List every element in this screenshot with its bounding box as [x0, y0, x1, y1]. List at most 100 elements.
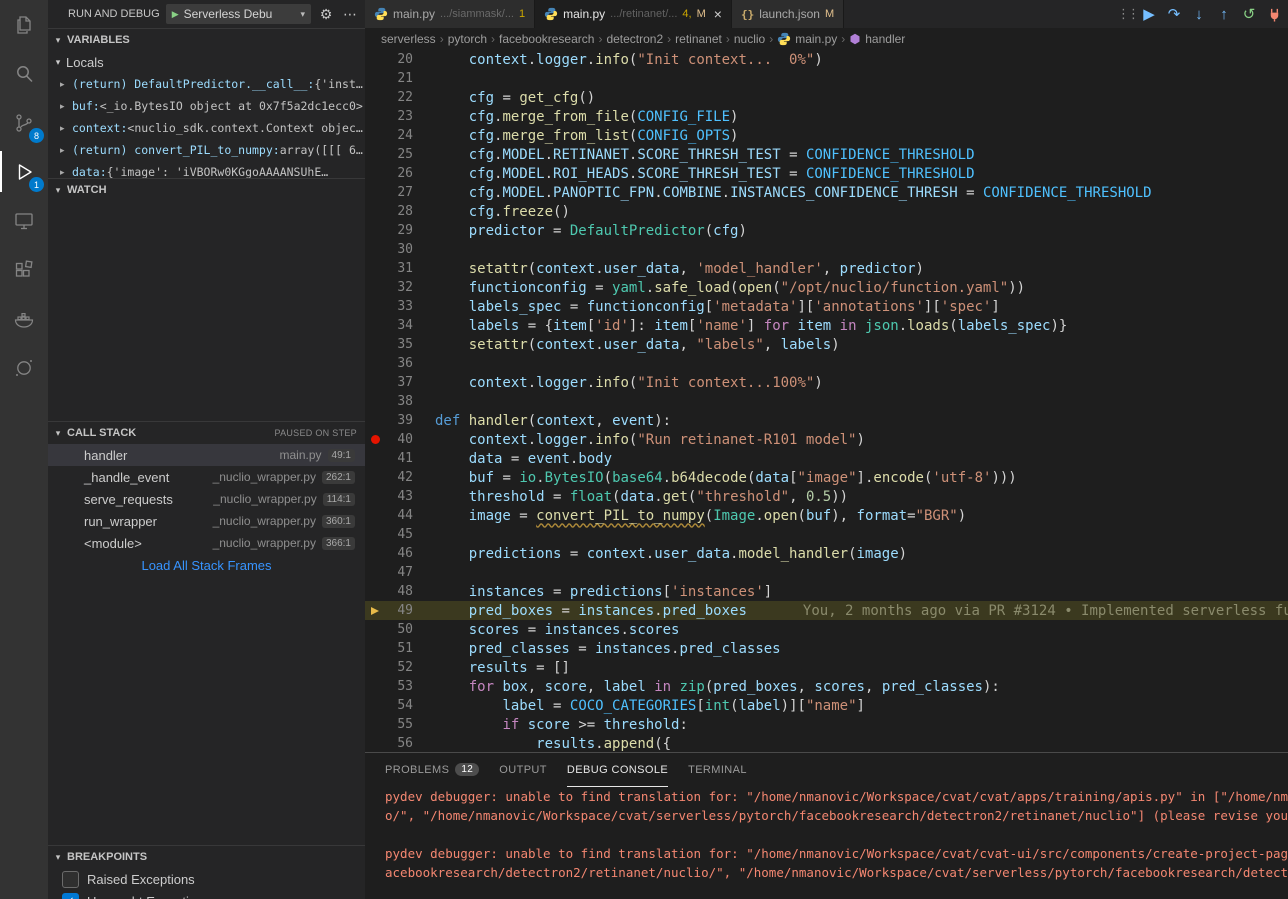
remote-explorer-icon[interactable] — [0, 196, 48, 245]
code-line[interactable]: 33 labels_spec = functionconfig['metadat… — [365, 297, 1288, 316]
panel-tab[interactable]: OUTPUT — [499, 753, 547, 787]
stack-frame[interactable]: serve_requests_nuclio_wrapper.py114:1 — [48, 488, 365, 510]
code-line[interactable]: 54 label = COCO_CATEGORIES[int(label)]["… — [365, 696, 1288, 715]
stack-frame[interactable]: run_wrapper_nuclio_wrapper.py360:1 — [48, 510, 365, 532]
code-line[interactable]: 49 pred_boxes = instances.pred_boxesYou,… — [365, 601, 1288, 620]
more-actions-icon[interactable]: ⋯ — [341, 6, 359, 23]
breakpoints-section-header[interactable]: ▾ BREAKPOINTS — [48, 845, 365, 868]
search-icon[interactable] — [0, 49, 48, 98]
code-line[interactable]: 41 data = event.body — [365, 449, 1288, 468]
code-line[interactable]: 52 results = [] — [365, 658, 1288, 677]
code-line[interactable]: 27 cfg.MODEL.PANOPTIC_FPN.COMBINE.INSTAN… — [365, 183, 1288, 202]
code-line[interactable]: 34 labels = {item['id']: item['name'] fo… — [365, 316, 1288, 335]
variable-row[interactable]: ▸context: <nuclio_sdk.context.Context ob… — [48, 117, 365, 139]
editor-tab[interactable]: main.py.../retinanet/...4,M× — [535, 0, 732, 28]
breadcrumb-symbol[interactable]: handler — [865, 32, 905, 46]
code-line[interactable]: 51 pred_classes = instances.pred_classes — [365, 639, 1288, 658]
extensions-icon[interactable] — [0, 245, 48, 294]
panel-tab[interactable]: TERMINAL — [688, 753, 747, 787]
code-line[interactable]: 28 cfg.freeze() — [365, 202, 1288, 221]
checkbox[interactable]: ✓ — [62, 893, 79, 899]
watch-section-header[interactable]: ▾ WATCH — [48, 178, 365, 201]
explorer-icon[interactable] — [0, 0, 48, 49]
start-debug-icon[interactable]: ▶ — [172, 9, 179, 20]
run-debug-icon[interactable]: 1 — [0, 147, 48, 196]
variables-section-header[interactable]: ▾ VARIABLES — [48, 28, 365, 51]
scope-locals[interactable]: ▾ Locals — [48, 51, 365, 73]
variable-row[interactable]: ▸data: {'image': 'iVBORw0KGgoAAAANSUhE… — [48, 161, 365, 178]
drag-handle-icon: ⋮⋮ — [1119, 6, 1135, 22]
close-icon[interactable]: × — [714, 6, 722, 22]
code-line[interactable]: 44 image = convert_PIL_to_numpy(Image.op… — [365, 506, 1288, 525]
breakpoint-icon[interactable] — [365, 435, 385, 444]
code-line[interactable]: 31 setattr(context.user_data, 'model_han… — [365, 259, 1288, 278]
code-line[interactable]: 25 cfg.MODEL.RETINANET.SCORE_THRESH_TEST… — [365, 145, 1288, 164]
breadcrumb-item[interactable]: facebookresearch — [499, 32, 594, 46]
line-number: 26 — [385, 166, 413, 181]
code-line[interactable]: 53 for box, score, label in zip(pred_box… — [365, 677, 1288, 696]
code-line[interactable]: 42 buf = io.BytesIO(base64.b64decode(dat… — [365, 468, 1288, 487]
variable-row[interactable]: ▸(return) convert_PIL_to_numpy: array([[… — [48, 139, 365, 161]
checkbox[interactable] — [62, 871, 79, 888]
code-line[interactable]: 43 threshold = float(data.get("threshold… — [365, 487, 1288, 506]
continue-icon[interactable]: ▶ — [1138, 5, 1160, 23]
current-line-arrow[interactable] — [365, 607, 385, 615]
breakpoint-row[interactable]: ✓Uncaught Exceptions — [48, 890, 365, 899]
code-line[interactable]: 21 — [365, 69, 1288, 88]
code-line[interactable]: 37 context.logger.info("Init context...1… — [365, 373, 1288, 392]
step-out-icon[interactable]: ↑ — [1213, 6, 1235, 23]
docker-icon[interactable] — [0, 294, 48, 343]
code-line[interactable]: 45 — [365, 525, 1288, 544]
code-line[interactable]: 32 functionconfig = yaml.safe_load(open(… — [365, 278, 1288, 297]
stack-frame[interactable]: handlermain.py49:1 — [48, 444, 365, 466]
code-line[interactable]: 39def handler(context, event): — [365, 411, 1288, 430]
code-line[interactable]: 22 cfg = get_cfg() — [365, 88, 1288, 107]
disconnect-icon[interactable] — [1263, 7, 1285, 22]
breadcrumb-item[interactable]: detectron2 — [606, 32, 663, 46]
stack-frame[interactable]: _handle_event_nuclio_wrapper.py262:1 — [48, 466, 365, 488]
restart-icon[interactable]: ↺ — [1238, 5, 1260, 23]
code-line[interactable]: 47 — [365, 563, 1288, 582]
panel-tabs: PROBLEMS12 OUTPUT DEBUG CONSOLE TERMINAL — [365, 753, 1288, 787]
breadcrumb-file[interactable]: main.py — [795, 32, 837, 46]
code-line[interactable]: 29 predictor = DefaultPredictor(cfg) — [365, 221, 1288, 240]
editor-tab[interactable]: {}launch.jsonM — [732, 0, 844, 28]
breadcrumb: serverless›pytorch›facebookresearch›dete… — [365, 28, 1288, 50]
panel-tab[interactable]: PROBLEMS12 — [385, 753, 479, 787]
code-line[interactable]: 38 — [365, 392, 1288, 411]
editor-tab[interactable]: main.py.../siammask/...1 — [365, 0, 535, 28]
load-all-stack-frames-link[interactable]: Load All Stack Frames — [48, 554, 365, 576]
variable-name: (return) DefaultPredictor.__call__: — [72, 77, 314, 91]
panel-tab[interactable]: DEBUG CONSOLE — [567, 753, 668, 787]
variable-row[interactable]: ▸(return) DefaultPredictor.__call__: {'i… — [48, 73, 365, 95]
gear-icon[interactable]: ⚙ — [317, 6, 335, 23]
code-line[interactable]: 35 setattr(context.user_data, "labels", … — [365, 335, 1288, 354]
code-editor[interactable]: 20 context.logger.info("Init context... … — [365, 50, 1288, 752]
breadcrumb-item[interactable]: nuclio — [734, 32, 765, 46]
breadcrumb-item[interactable]: serverless — [381, 32, 436, 46]
call-stack-section-header[interactable]: ▾ CALL STACK PAUSED ON STEP — [48, 421, 365, 444]
code-line[interactable]: 50 scores = instances.scores — [365, 620, 1288, 639]
code-line[interactable]: 55 if score >= threshold: — [365, 715, 1288, 734]
code-line[interactable]: 20 context.logger.info("Init context... … — [365, 50, 1288, 69]
code-line[interactable]: 46 predictions = context.user_data.model… — [365, 544, 1288, 563]
launch-config-select[interactable]: ▶ Serverless Debu ▾ — [166, 4, 311, 24]
step-over-icon[interactable]: ↷ — [1163, 5, 1185, 23]
line-number: 27 — [385, 185, 413, 200]
source-control-icon[interactable]: 8 — [0, 98, 48, 147]
code-line[interactable]: 36 — [365, 354, 1288, 373]
jupyter-icon[interactable] — [0, 343, 48, 392]
code-line[interactable]: 26 cfg.MODEL.ROI_HEADS.SCORE_THRESH_TEST… — [365, 164, 1288, 183]
code-line[interactable]: 23 cfg.merge_from_file(CONFIG_FILE) — [365, 107, 1288, 126]
code-line[interactable]: 56 results.append({ — [365, 734, 1288, 752]
code-line[interactable]: 48 instances = predictions['instances'] — [365, 582, 1288, 601]
code-line[interactable]: 30 — [365, 240, 1288, 259]
code-line[interactable]: 24 cfg.merge_from_list(CONFIG_OPTS) — [365, 126, 1288, 145]
step-into-icon[interactable]: ↓ — [1188, 6, 1210, 23]
breadcrumb-item[interactable]: pytorch — [448, 32, 487, 46]
variable-row[interactable]: ▸buf: <_io.BytesIO object at 0x7f5a2dc1e… — [48, 95, 365, 117]
breadcrumb-item[interactable]: retinanet — [675, 32, 722, 46]
breakpoint-row[interactable]: Raised Exceptions — [48, 868, 365, 890]
code-line[interactable]: 40 context.logger.info("Run retinanet-R1… — [365, 430, 1288, 449]
stack-frame[interactable]: <module>_nuclio_wrapper.py366:1 — [48, 532, 365, 554]
